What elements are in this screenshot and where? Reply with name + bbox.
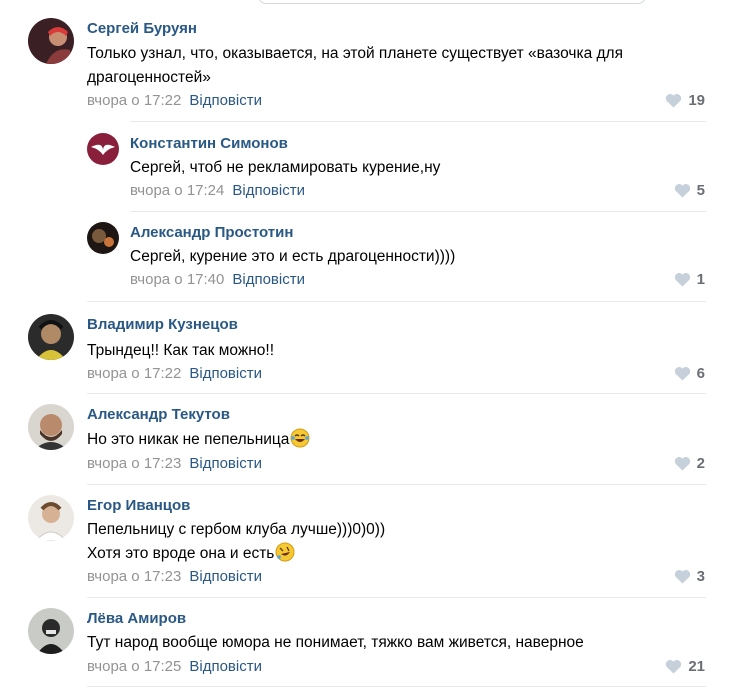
heart-icon	[665, 659, 682, 678]
comment-date[interactable]: вчора о 17:22	[87, 92, 181, 109]
comment-text: Тут народ вообще юмора не понимает, тяжк…	[87, 634, 584, 651]
avatar[interactable]	[28, 495, 74, 541]
comment-date[interactable]: вчора о 17:23	[87, 455, 181, 472]
heart-icon	[674, 569, 691, 588]
rolling-laughing-emoji-icon	[275, 542, 295, 570]
like-count: 3	[696, 568, 705, 585]
comment-meta: вчора о 17:23 Відповісти	[87, 455, 262, 472]
comment-author[interactable]: Александр Текутов	[87, 406, 230, 423]
reply-button[interactable]: Відповісти	[189, 568, 262, 585]
comment-author[interactable]: Лёва Амиров	[87, 610, 186, 627]
divider	[87, 686, 706, 687]
like-count: 5	[696, 182, 705, 199]
reply-button[interactable]: Відповісти	[232, 182, 305, 199]
heart-icon	[674, 272, 691, 291]
avatar[interactable]	[87, 133, 119, 165]
comment-author[interactable]: Владимир Кузнецов	[87, 316, 238, 333]
comment-date[interactable]: вчора о 17:24	[130, 182, 224, 199]
reply-button[interactable]: Відповісти	[232, 271, 305, 288]
comment-author[interactable]: Егор Иванцов	[87, 497, 190, 514]
like-button[interactable]: 19	[665, 92, 705, 112]
comment-date[interactable]: вчора о 17:25	[87, 658, 181, 675]
comment-text: Трындец!! Как так можно!!	[87, 342, 275, 359]
comment-meta: вчора о 17:23 Відповісти	[87, 568, 262, 585]
like-count: 2	[696, 455, 705, 472]
like-button[interactable]: 21	[665, 658, 705, 678]
like-button[interactable]: 5	[674, 182, 705, 202]
comment-meta: вчора о 17:22 Відповісти	[87, 92, 262, 109]
heart-icon	[674, 456, 691, 475]
reply-button[interactable]: Відповісти	[189, 92, 262, 109]
like-button[interactable]: 1	[674, 271, 705, 291]
heart-icon	[674, 183, 691, 202]
divider	[130, 211, 706, 212]
avatar[interactable]	[28, 18, 74, 64]
divider	[87, 484, 706, 485]
avatar[interactable]	[28, 314, 74, 360]
divider	[87, 393, 706, 394]
like-count: 21	[688, 658, 705, 675]
divider	[87, 301, 706, 302]
reply-button[interactable]: Відповісти	[189, 455, 262, 472]
comment-text: Сергей, чтоб не рекламировать курение,ну	[130, 159, 441, 176]
comment-input-box[interactable]	[258, 0, 646, 4]
reply-button[interactable]: Відповісти	[189, 365, 262, 382]
comment-author[interactable]: Сергей Буруян	[87, 20, 197, 37]
comment-text: Но это никак не пепельница	[87, 428, 310, 456]
comment-text: Сергей, курение это и есть драгоценности…	[130, 248, 456, 265]
like-count: 19	[688, 92, 705, 109]
like-button[interactable]: 2	[674, 455, 705, 475]
comment-meta: вчора о 17:25 Відповісти	[87, 658, 262, 675]
comment-date[interactable]: вчора о 17:23	[87, 568, 181, 585]
comment-author[interactable]: Константин Симонов	[130, 135, 288, 152]
divider	[130, 121, 706, 122]
heart-icon	[674, 366, 691, 385]
like-button[interactable]: 3	[674, 568, 705, 588]
comment-meta: вчора о 17:22 Відповісти	[87, 365, 262, 382]
reply-button[interactable]: Відповісти	[189, 658, 262, 675]
avatar[interactable]	[87, 222, 119, 254]
laughing-tears-emoji-icon	[290, 428, 310, 456]
comment-text: Пепельницу с гербом клуба лучше)))0)0)) …	[87, 518, 385, 570]
comment-meta: вчора о 17:24 Відповісти	[130, 182, 305, 199]
divider	[87, 597, 706, 598]
avatar[interactable]	[28, 404, 74, 450]
like-button[interactable]: 6	[674, 365, 705, 385]
comment-text: Только узнал, что, оказывается, на этой …	[87, 45, 623, 86]
avatar[interactable]	[28, 608, 74, 654]
comment-meta: вчора о 17:40 Відповісти	[130, 271, 305, 288]
like-count: 6	[696, 365, 705, 382]
heart-icon	[665, 93, 682, 112]
like-count: 1	[696, 271, 705, 288]
comment-date[interactable]: вчора о 17:40	[130, 271, 224, 288]
comment-author[interactable]: Александр Простотин	[130, 224, 293, 241]
comment-date[interactable]: вчора о 17:22	[87, 365, 181, 382]
